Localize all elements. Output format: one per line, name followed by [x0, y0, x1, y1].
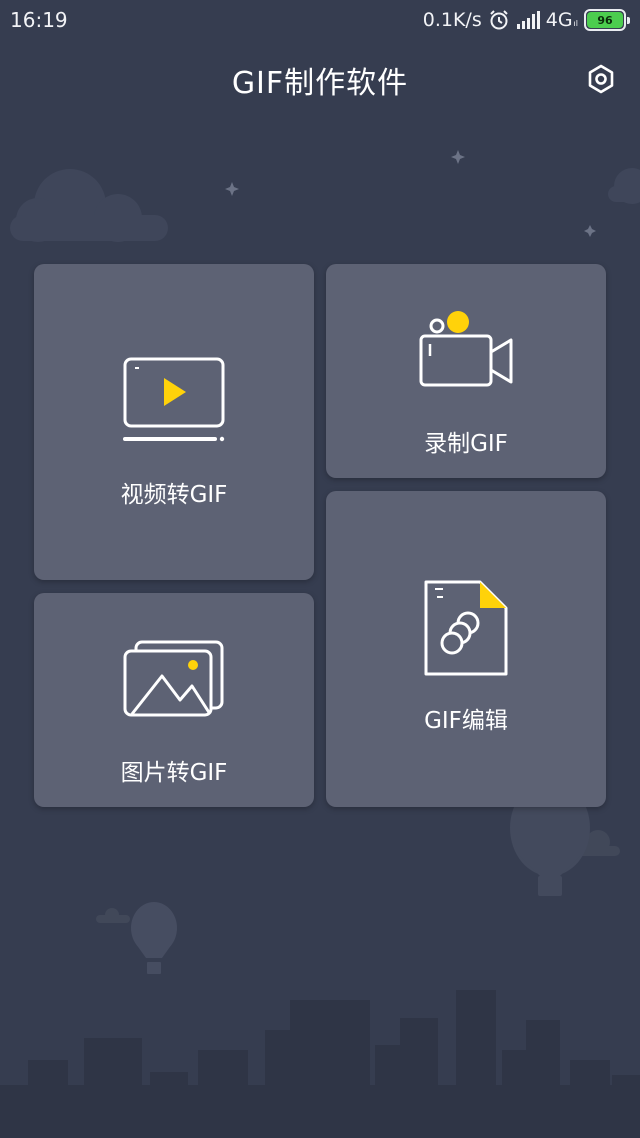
cloud-icon — [10, 169, 168, 242]
star-icon — [225, 150, 596, 237]
video-to-gif-card[interactable]: 视频转GIF — [34, 264, 314, 580]
record-gif-label: 录制GIF — [424, 431, 508, 457]
network-activity: ıl — [573, 19, 578, 28]
alarm-icon — [490, 10, 508, 30]
gif-edit-label: GIF编辑 — [424, 708, 508, 734]
battery-icon: 96 — [584, 9, 630, 31]
status-bar: 16:19 0.1K/s 4Gıl 96 — [0, 0, 640, 42]
cloud-icon — [608, 168, 640, 204]
battery-level: 96 — [597, 13, 613, 27]
video-camera-icon — [419, 311, 513, 387]
signal-icon — [516, 11, 540, 29]
gear-icon[interactable] — [584, 62, 618, 96]
video-to-gif-label: 视频转GIF — [120, 482, 228, 508]
photo-stack-icon — [123, 640, 224, 717]
image-to-gif-label: 图片转GIF — [120, 760, 228, 786]
cloud-icon — [96, 908, 130, 923]
page-title: GIF制作软件 — [231, 66, 409, 101]
record-gif-card[interactable]: 录制GIF — [326, 264, 606, 478]
gif-file-icon — [424, 580, 508, 676]
status-indicators: 0.1K/s 4Gıl 96 — [423, 7, 630, 33]
hot-air-balloon-icon — [131, 902, 177, 974]
network-speed: 0.1K/s — [422, 9, 482, 31]
gif-edit-card[interactable]: GIF编辑 — [326, 491, 606, 807]
video-player-icon — [123, 357, 225, 442]
image-to-gif-card[interactable]: 图片转GIF — [34, 593, 314, 807]
city-skyline — [0, 990, 640, 1138]
network-type: 4Gıl — [545, 9, 578, 31]
status-time: 16:19 — [10, 8, 68, 32]
